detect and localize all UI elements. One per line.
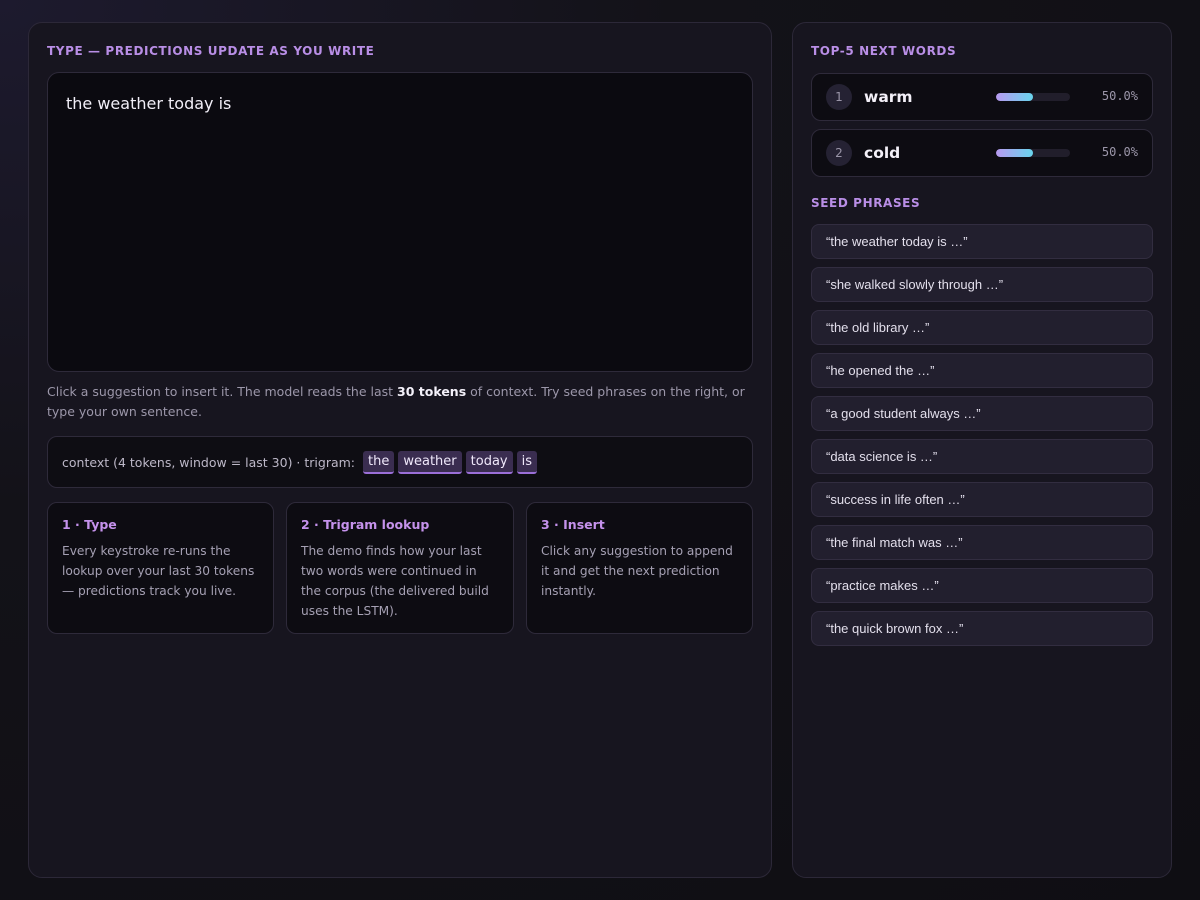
seed-phrase-button[interactable]: “success in life often …” (811, 482, 1153, 517)
probability-bar (996, 149, 1070, 157)
prediction-suggestion-cold[interactable]: 2 cold 50.0% (811, 129, 1153, 177)
rank-badge: 1 (826, 84, 852, 110)
context-display: context (4 tokens, window = last 30) · t… (47, 436, 753, 488)
step-description: Every keystroke re-runs the lookup over … (62, 544, 255, 598)
step-card-insert: 3 · Insert Click any suggestion to appen… (526, 502, 753, 634)
seed-phrase-button[interactable]: “the weather today is …” (811, 224, 1153, 259)
seed-phrase-button[interactable]: “a good student always …” (811, 396, 1153, 431)
text-editor[interactable]: the weather today is (47, 72, 753, 372)
context-token: is (516, 450, 537, 474)
context-token: the (363, 450, 395, 474)
help-text: Click a suggestion to insert it. The mod… (47, 382, 759, 422)
seed-phrase-button[interactable]: “the final match was …” (811, 525, 1153, 560)
probability-percent: 50.0% (1101, 89, 1138, 103)
input-heading: TYPE — PREDICTIONS UPDATE AS YOU WRITE (47, 44, 375, 58)
probability-bar-fill (996, 149, 1033, 157)
step-card-trigram-lookup: 2 · Trigram lookup The demo finds how yo… (286, 502, 514, 634)
step-card-type: 1 · Type Every keystroke re-runs the loo… (47, 502, 274, 634)
help-text-start: Click a suggestion to insert it. The mod… (47, 384, 398, 399)
probability-bar (996, 93, 1070, 101)
step-title: 3 · Insert (541, 517, 605, 532)
step-description: The demo finds how your last two words w… (301, 544, 489, 618)
predictions-heading: TOP-5 NEXT WORDS (811, 44, 957, 58)
probability-bar-fill (996, 93, 1033, 101)
step-title: 2 · Trigram lookup (301, 517, 430, 532)
predictions-panel: TOP-5 NEXT WORDS 1 warm 50.0% 2 cold 50.… (792, 22, 1172, 878)
probability-percent: 50.0% (1101, 145, 1138, 159)
seed-phrase-button[interactable]: “she walked slowly through …” (811, 267, 1153, 302)
seed-phrase-button[interactable]: “the quick brown fox …” (811, 611, 1153, 646)
prediction-suggestion-warm[interactable]: 1 warm 50.0% (811, 73, 1153, 121)
seed-phrase-button[interactable]: “practice makes …” (811, 568, 1153, 603)
seed-phrase-button[interactable]: “he opened the …” (811, 353, 1153, 388)
seed-phrases-heading: SEED PHRASES (811, 196, 921, 210)
context-label: context (4 tokens, window = last 30) · t… (62, 454, 356, 470)
predicted-word: warm (864, 88, 913, 106)
seed-phrase-button[interactable]: “data science is …” (811, 439, 1153, 474)
context-token: weather (398, 450, 462, 474)
step-title: 1 · Type (62, 517, 117, 532)
help-text-emphasis: 30 tokens (397, 384, 467, 399)
step-description: Click any suggestion to append it and ge… (541, 544, 733, 598)
seed-phrase-button[interactable]: “the old library …” (811, 310, 1153, 345)
context-token: today (465, 450, 513, 474)
input-panel: TYPE — PREDICTIONS UPDATE AS YOU WRITE t… (28, 22, 772, 878)
predicted-word: cold (864, 144, 901, 162)
rank-badge: 2 (826, 140, 852, 166)
